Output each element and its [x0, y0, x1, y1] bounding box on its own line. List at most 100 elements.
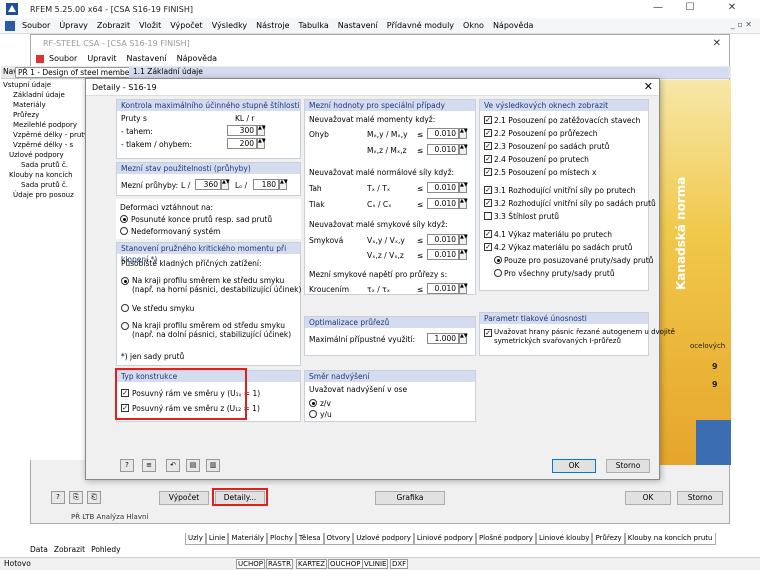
tab-prurezy[interactable]: Průřezy	[592, 533, 625, 545]
default-icon[interactable]: ≡	[142, 459, 156, 472]
torsion-limit-input[interactable]: 0.010	[427, 283, 459, 294]
menu-upravy[interactable]: Úpravy	[59, 21, 88, 30]
checkbox-result[interactable]: ✓	[484, 168, 492, 176]
checkbox-result[interactable]: ✓	[484, 199, 492, 207]
checkbox-result[interactable]: ✓	[484, 243, 492, 251]
minimize-button[interactable]: —	[648, 2, 668, 13]
compression-slenderness-input[interactable]: 200	[227, 138, 257, 149]
status-glines[interactable]: VLINIE	[362, 559, 389, 569]
checkbox-result[interactable]: ✓	[484, 129, 492, 137]
spin-button[interactable]: ▲▼	[459, 333, 468, 344]
tab-klouby[interactable]: Klouby na koncích prutu	[624, 533, 716, 545]
tab-uzly[interactable]: Uzly	[185, 533, 206, 545]
maximize-button[interactable]: ☐	[680, 2, 700, 13]
spin-button[interactable]: ▲▼	[221, 179, 230, 190]
rf-menu-soubor[interactable]: Soubor	[49, 54, 77, 63]
rf-menu-napoveda[interactable]: Nápověda	[177, 54, 218, 63]
menu-pridavne-moduly[interactable]: Přídavné moduly	[387, 21, 454, 30]
spin-button[interactable]: ▲▼	[459, 249, 468, 260]
rf-menu-upravit[interactable]: Upravit	[87, 54, 116, 63]
dialog-ok-button[interactable]: OK	[552, 459, 596, 473]
tab-zobrazit[interactable]: Zobrazit	[54, 545, 85, 557]
case-select[interactable]: PŘ 1 - Design of steel members	[15, 67, 143, 78]
rf-menu-nastaveni[interactable]: Nastavení	[127, 54, 167, 63]
radio-bottom-flange[interactable]	[121, 322, 129, 330]
checkbox-result[interactable]: ✓	[484, 116, 492, 124]
status-dxf[interactable]: DXF	[390, 559, 409, 569]
checkbox-result[interactable]: ✓	[484, 230, 492, 238]
spin-button[interactable]: ▲▼	[459, 198, 468, 209]
menu-nastroje[interactable]: Nástroje	[256, 21, 289, 30]
tab-liniove-klouby[interactable]: Liniové klouby	[535, 533, 593, 545]
rf-ok-button[interactable]: OK	[625, 491, 671, 505]
tension-limit-input[interactable]: 0.010	[427, 182, 459, 193]
moment-y-limit-input[interactable]: 0.010	[427, 128, 459, 139]
tension-slenderness-input[interactable]: 300	[227, 125, 257, 136]
radio-all-members[interactable]	[494, 269, 502, 277]
menu-vypocet[interactable]: Výpočet	[170, 21, 202, 30]
menu-nastaveni[interactable]: Nastavení	[338, 21, 378, 30]
spin-button[interactable]: ▲▼	[279, 179, 288, 190]
spin-button[interactable]: ▲▼	[459, 128, 468, 139]
tab-linie[interactable]: Linie	[205, 533, 229, 545]
tab-plochy[interactable]: Plochy	[267, 533, 296, 545]
export-icon[interactable]: ⎘	[69, 491, 83, 504]
moment-z-limit-input[interactable]: 0.010	[427, 144, 459, 155]
checkbox-flame-cut[interactable]: ✓	[484, 329, 492, 337]
radio-displaced-ends[interactable]	[120, 215, 128, 223]
radio-camber-y[interactable]	[309, 410, 317, 418]
dialog-cancel-button[interactable]: Storno	[606, 459, 650, 473]
radio-undeformed[interactable]	[120, 227, 128, 235]
spin-button[interactable]: ▲▼	[459, 182, 468, 193]
tab-liniove-podpory[interactable]: Liniové podpory	[413, 533, 476, 545]
spin-button[interactable]: ▲▼	[257, 138, 266, 149]
spin-button[interactable]: ▲▼	[459, 234, 468, 245]
tab-data[interactable]: Data	[30, 545, 48, 557]
status-cartes[interactable]: KARTEZ	[296, 559, 328, 569]
checkbox-result[interactable]	[484, 212, 492, 220]
save-icon[interactable]: ▤	[186, 459, 200, 472]
tab-plosne-podpory[interactable]: Plošné podpory	[475, 533, 536, 545]
radio-top-flange[interactable]	[121, 277, 129, 285]
radio-shear-center[interactable]	[121, 304, 129, 312]
cantilever-limit-input[interactable]: 180	[253, 179, 279, 190]
status-osnap[interactable]: OUCHOP	[328, 559, 363, 569]
doc-icon[interactable]	[4, 20, 16, 32]
help-icon[interactable]: ?	[120, 459, 134, 472]
shear-y-limit-input[interactable]: 0.010	[427, 234, 459, 245]
tab-uzlove-podpory[interactable]: Uzlové podpory	[353, 533, 414, 545]
menu-okno[interactable]: Okno	[463, 21, 484, 30]
dialog-close-button[interactable]: ✕	[644, 80, 653, 93]
tab-otvory[interactable]: Otvory	[323, 533, 354, 545]
close-button[interactable]: ✕	[722, 2, 742, 13]
compression-limit-input[interactable]: 0.010	[427, 198, 459, 209]
tab-materialy[interactable]: Materiály	[228, 533, 268, 545]
menu-soubor[interactable]: Soubor	[22, 21, 50, 30]
rf-cancel-button[interactable]: Storno	[677, 491, 723, 505]
checkbox-result[interactable]: ✓	[484, 155, 492, 163]
load-icon[interactable]: ↶	[166, 459, 180, 472]
menu-napoveda[interactable]: Nápověda	[493, 21, 534, 30]
tab-pohledy[interactable]: Pohledy	[91, 545, 121, 557]
radio-designed-only[interactable]	[494, 256, 502, 264]
shear-z-limit-input[interactable]: 0.010	[427, 249, 459, 260]
max-utilization-input[interactable]: 1.000	[427, 333, 459, 344]
import-icon[interactable]: ⎗	[87, 491, 101, 504]
checkbox-result[interactable]: ✓	[484, 142, 492, 150]
graphics-button[interactable]: Grafika	[375, 491, 445, 505]
checkbox-result[interactable]: ✓	[484, 186, 492, 194]
radio-camber-z[interactable]	[309, 399, 317, 407]
tab-telesa[interactable]: Tělesa	[295, 533, 324, 545]
deflection-limit-input[interactable]: 360	[195, 179, 221, 190]
calculate-button[interactable]: Výpočet	[159, 491, 209, 505]
spin-button[interactable]: ▲▼	[459, 144, 468, 155]
restore-icon[interactable]: ▥	[206, 459, 220, 472]
menu-vysledky[interactable]: Výsledky	[212, 21, 247, 30]
menu-vlozit[interactable]: Vložit	[139, 21, 161, 30]
status-snap[interactable]: UCHOP	[236, 559, 266, 569]
mdi-controls[interactable]: _ ▫ ✕	[731, 20, 752, 29]
rf-close-button[interactable]: ✕	[713, 38, 721, 49]
menu-tabulka[interactable]: Tabulka	[299, 21, 329, 30]
spin-button[interactable]: ▲▼	[257, 125, 266, 136]
spin-button[interactable]: ▲▼	[459, 283, 468, 294]
